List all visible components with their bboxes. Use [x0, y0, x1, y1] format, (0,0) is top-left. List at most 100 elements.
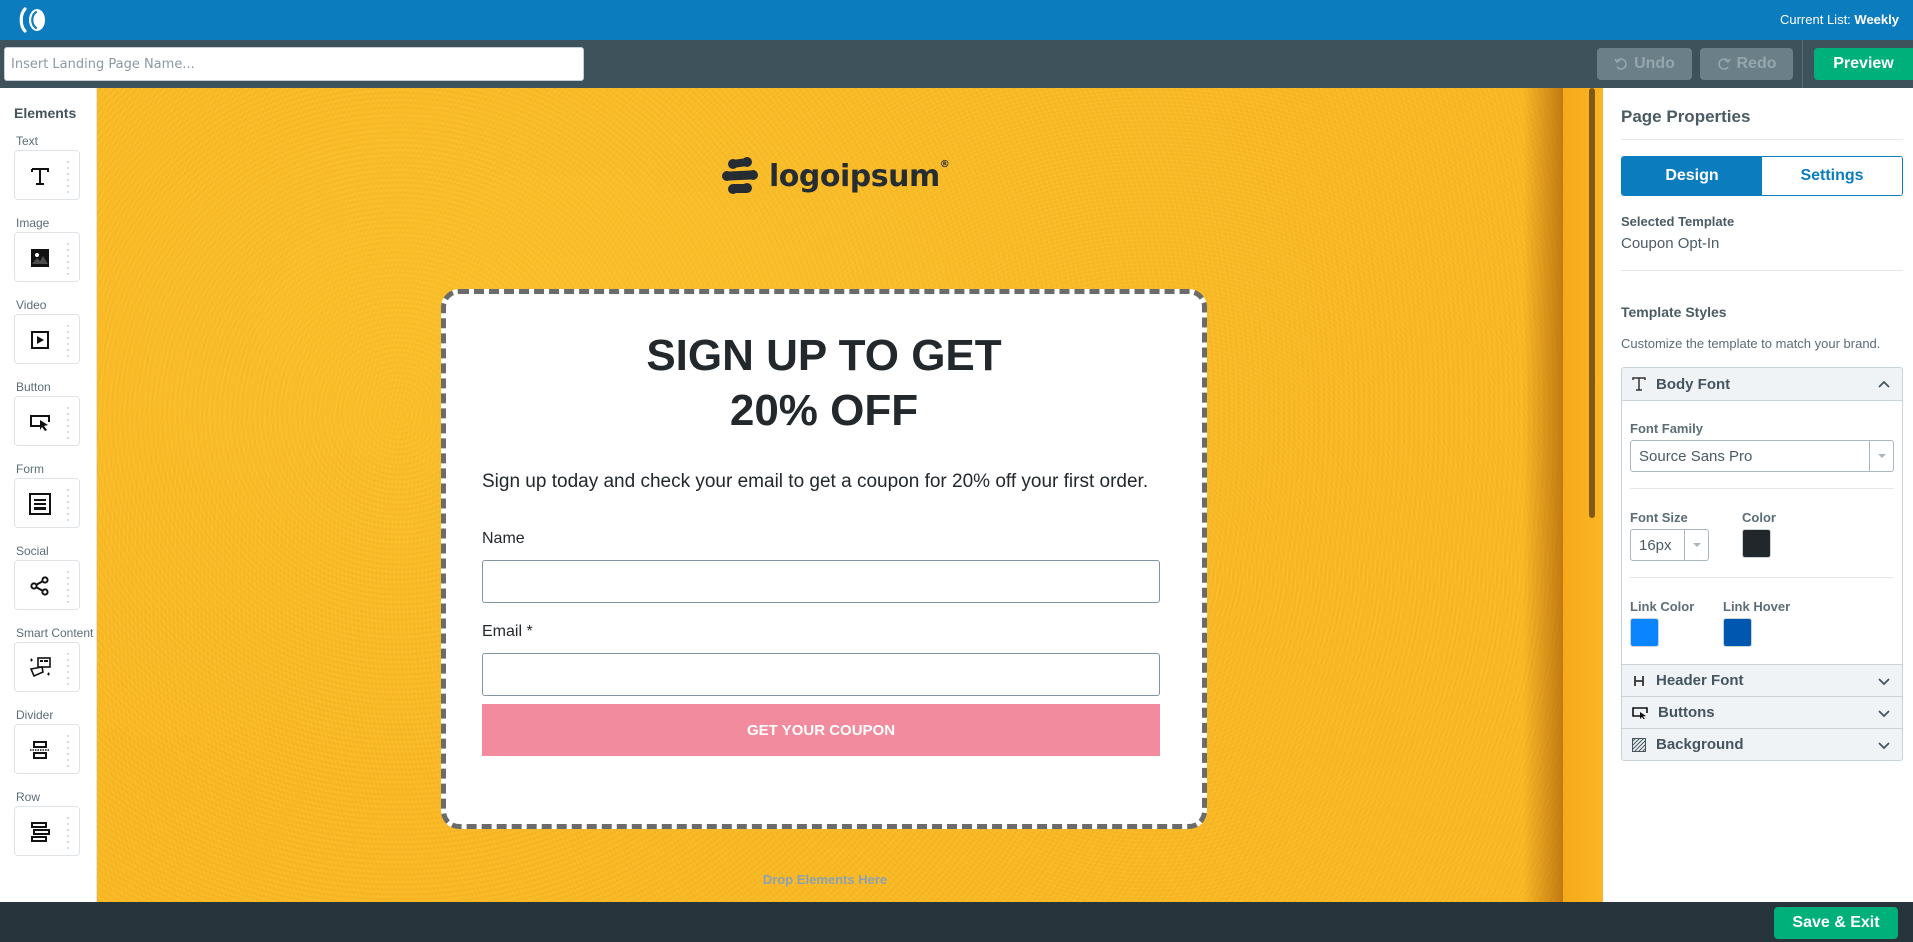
editor-toolbar: Undo Redo Preview	[0, 40, 1913, 88]
element-tile[interactable]	[14, 314, 80, 364]
divider	[1630, 577, 1894, 578]
tab-design[interactable]: Design	[1622, 157, 1762, 195]
element-video[interactable]: Video	[0, 298, 97, 380]
email-input[interactable]	[482, 653, 1160, 696]
chevron-down-icon	[1878, 710, 1890, 718]
video-icon	[27, 327, 53, 353]
subtext[interactable]: Sign up today and check your email to ge…	[482, 471, 1148, 493]
element-tile[interactable]	[14, 478, 80, 528]
element-tile[interactable]	[14, 150, 80, 200]
element-label: Row	[16, 790, 41, 804]
link-hover-label: Link Hover	[1723, 599, 1791, 614]
element-label: Smart Content	[16, 626, 94, 640]
element-text[interactable]: Text	[0, 134, 97, 216]
undo-button[interactable]: Undo	[1597, 48, 1692, 80]
current-list-value: Weekly	[1854, 12, 1899, 27]
drag-handle[interactable]	[65, 241, 73, 275]
divider	[1630, 488, 1894, 489]
element-tile[interactable]	[14, 232, 80, 282]
drop-elements-hint[interactable]: Drop Elements Here	[97, 872, 1553, 887]
drag-handle[interactable]	[65, 815, 73, 849]
chevron-up-icon	[1878, 380, 1890, 388]
drag-handle[interactable]	[65, 651, 73, 685]
drag-handle[interactable]	[65, 569, 73, 603]
canvas-scrollbar[interactable]	[1589, 88, 1595, 518]
font-size-select[interactable]: 16px	[1630, 529, 1709, 561]
element-label: Image	[16, 216, 50, 230]
header-icon	[1634, 675, 1644, 686]
top-bar: Current List: Weekly	[0, 0, 1913, 40]
element-social[interactable]: Social	[0, 544, 97, 626]
landing-page-name-input[interactable]	[4, 47, 584, 81]
coupon-card[interactable]: SIGN UP TO GET 20% OFF Sign up today and…	[441, 289, 1207, 829]
undo-icon	[1614, 58, 1627, 70]
element-tile[interactable]	[14, 642, 80, 692]
logo-text: logoipsum®	[769, 158, 950, 194]
body-font-header[interactable]: Body Font	[1622, 368, 1902, 400]
drag-handle[interactable]	[65, 487, 73, 521]
image-icon	[27, 245, 53, 271]
properties-tabs: Design Settings	[1621, 156, 1903, 196]
properties-title: Page Properties	[1621, 107, 1751, 126]
save-exit-button[interactable]: Save & Exit	[1774, 907, 1898, 939]
background-section[interactable]: Background	[1622, 728, 1902, 760]
tab-settings[interactable]: Settings	[1762, 157, 1902, 195]
caret-down-icon	[1869, 441, 1893, 471]
font-family-label: Font Family	[1630, 421, 1703, 436]
link-hover-swatch[interactable]	[1723, 618, 1752, 647]
text-icon	[27, 163, 53, 189]
page-canvas[interactable]: logoipsum® SIGN UP TO GET 20% OFF Sign u…	[97, 88, 1603, 902]
element-row[interactable]: Row	[0, 790, 97, 872]
element-tile[interactable]	[14, 560, 80, 610]
body-font-title: Body Font	[1656, 375, 1731, 393]
element-label: Button	[16, 380, 51, 394]
caret-down-icon	[1684, 530, 1708, 560]
selected-template-label: Selected Template	[1621, 214, 1735, 229]
drag-handle[interactable]	[65, 405, 73, 439]
element-smart-content[interactable]: Smart Content	[0, 626, 97, 708]
preview-button[interactable]: Preview	[1814, 48, 1913, 80]
element-tile[interactable]	[14, 396, 80, 446]
font-family-select[interactable]: Source Sans Pro	[1630, 440, 1894, 472]
divider	[1621, 270, 1903, 271]
body-color-swatch[interactable]	[1742, 529, 1771, 558]
font-family-value: Source Sans Pro	[1639, 447, 1753, 465]
brand-logo-icon[interactable]	[18, 6, 48, 34]
element-divider[interactable]: Divider	[0, 708, 97, 790]
name-label: Name	[482, 530, 525, 547]
drag-handle[interactable]	[65, 323, 73, 357]
element-label: Divider	[16, 708, 54, 722]
header-font-title: Header Font	[1656, 672, 1744, 689]
element-image[interactable]: Image	[0, 216, 97, 298]
chevron-down-icon	[1878, 678, 1890, 686]
headline[interactable]: SIGN UP TO GET 20% OFF	[446, 328, 1202, 438]
header-font-section[interactable]: Header Font	[1622, 664, 1902, 696]
toolbar-divider	[1802, 40, 1803, 88]
logo-wordmark: logoipsum	[769, 158, 940, 194]
redo-button[interactable]: Redo	[1700, 48, 1793, 80]
link-color-swatch[interactable]	[1630, 618, 1659, 647]
drag-handle[interactable]	[65, 159, 73, 193]
current-list[interactable]: Current List: Weekly	[1780, 12, 1899, 27]
logo-mark-icon	[722, 157, 758, 194]
logo-registered-mark: ®	[939, 158, 950, 170]
background-title: Background	[1656, 736, 1744, 753]
drag-handle[interactable]	[65, 733, 73, 767]
bottom-bar: Save & Exit	[0, 902, 1913, 942]
get-coupon-button[interactable]: GET YOUR COUPON	[482, 704, 1160, 756]
page-logo[interactable]: logoipsum®	[719, 156, 950, 196]
element-tile[interactable]	[14, 724, 80, 774]
element-tile[interactable]	[14, 806, 80, 856]
element-button[interactable]: Button	[0, 380, 97, 462]
element-label: Video	[16, 298, 47, 312]
text-icon	[1632, 377, 1646, 391]
chevron-down-icon	[1878, 742, 1890, 750]
link-color-label: Link Color	[1630, 599, 1695, 614]
row-icon	[27, 819, 53, 845]
buttons-section[interactable]: Buttons	[1622, 696, 1902, 728]
undo-label: Undo	[1634, 55, 1675, 72]
share-icon	[27, 573, 53, 599]
name-input[interactable]	[482, 560, 1160, 603]
headline-line-2: 20% OFF	[729, 386, 919, 435]
element-form[interactable]: Form	[0, 462, 97, 544]
